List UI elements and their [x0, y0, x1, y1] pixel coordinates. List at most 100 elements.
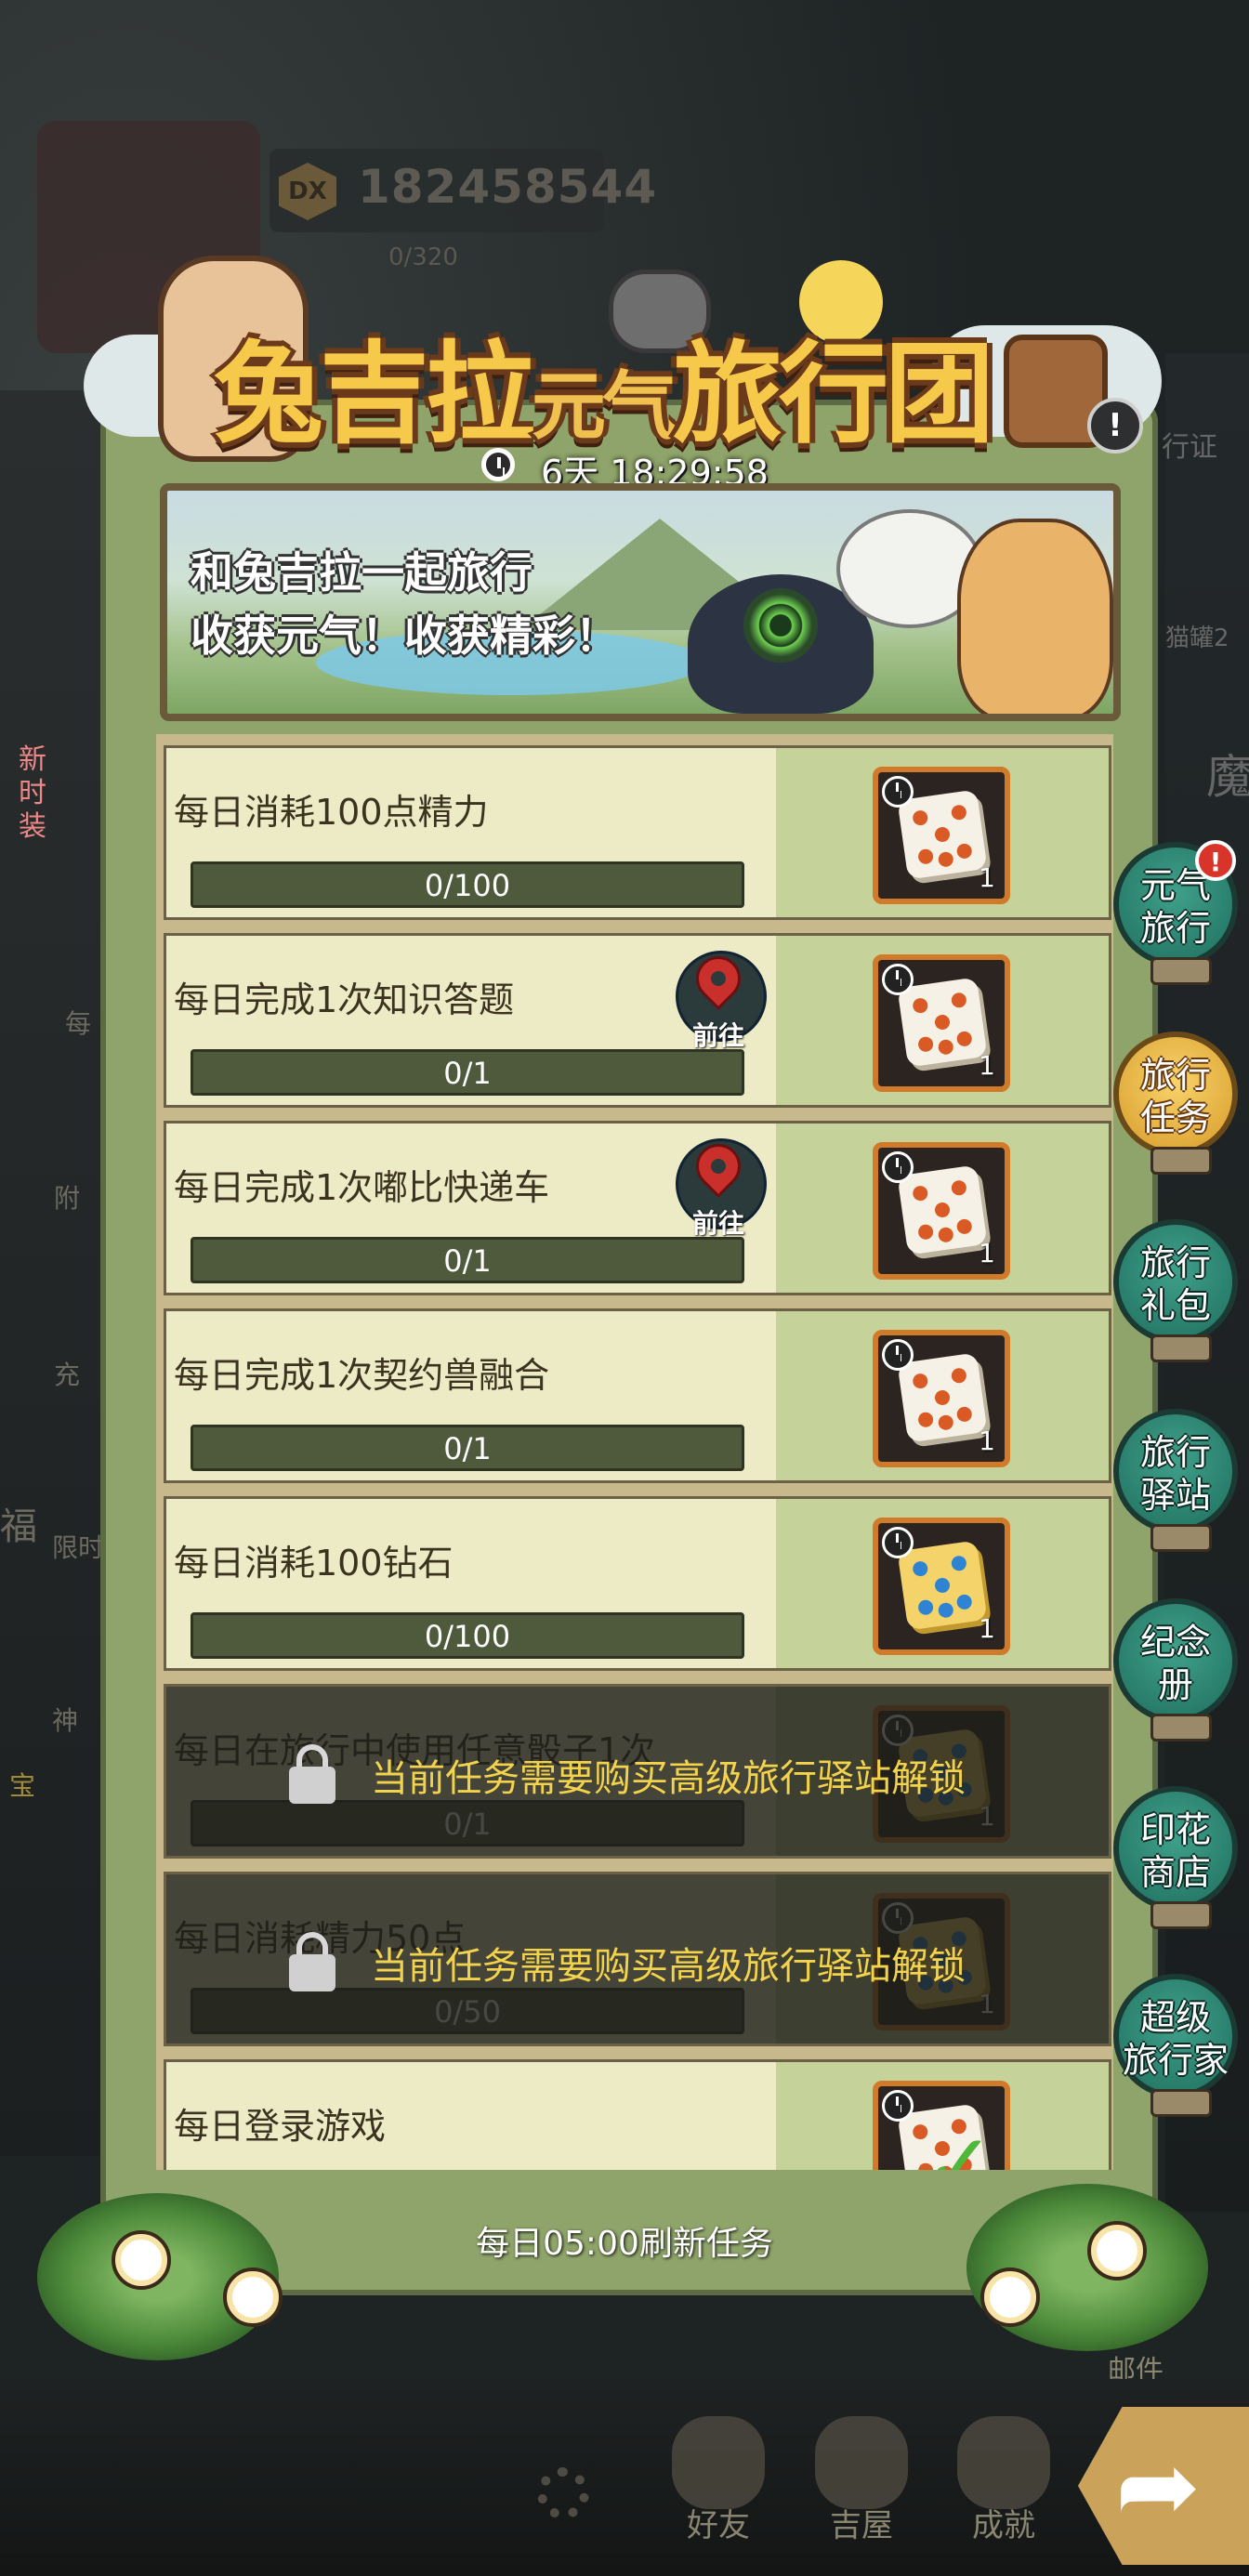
task-title: 每日完成1次知识答题 — [174, 979, 515, 1020]
bg-label-god[interactable]: 神 — [52, 1701, 78, 1738]
left-menu-column — [0, 390, 110, 2156]
reward-count: 1 — [979, 1426, 995, 1456]
bg-label-recharge[interactable]: 充 — [54, 1355, 80, 1392]
swirl-emblem — [743, 588, 818, 663]
side-tab[interactable]: 旅行 驿站 — [1113, 1409, 1238, 1552]
progress-bar: 0/1 — [191, 1049, 744, 1096]
clock-icon — [882, 1339, 914, 1371]
dice-pip — [937, 1226, 954, 1243]
lock-message: 当前任务需要购买高级旅行驿站解锁 — [371, 1757, 966, 1800]
dice-reward[interactable]: ✓ — [873, 2081, 1010, 2170]
side-tab[interactable]: 旅行 礼包 — [1113, 1219, 1238, 1362]
dice-reward[interactable]: 1 — [873, 767, 1010, 904]
currency-value: 182458544 — [358, 160, 658, 214]
progress-bar: 0/1 — [191, 1425, 744, 1471]
task-row: 每日消耗100点精力 0/100 1 — [164, 745, 1111, 920]
side-tab-line1: 旅行 — [1139, 1432, 1211, 1473]
side-tab-line2: 礼包 — [1139, 1285, 1211, 1326]
dice-pip — [937, 850, 954, 868]
clock-icon — [882, 1151, 914, 1183]
lock-body — [289, 1954, 335, 1991]
event-title: 兔吉拉元气旅行团 — [214, 305, 994, 464]
nav-item[interactable]: 成就 — [943, 2416, 1064, 2556]
dice-pip — [933, 1576, 952, 1595]
task-title: 每日消耗100钻石 — [174, 1543, 454, 1584]
side-tab-label: 超级 旅行家 — [1119, 1996, 1232, 2082]
bg-label-welfare[interactable]: 福 — [0, 1496, 37, 1550]
progress-bar: 0/100 — [191, 861, 744, 908]
lock-body — [289, 1767, 335, 1804]
side-tab[interactable]: 纪念 册 — [1113, 1598, 1238, 1741]
bg-label-magic[interactable]: 魔 — [1206, 740, 1249, 807]
tab-stand — [1150, 1334, 1212, 1362]
nav-item[interactable]: 吉屋 — [801, 2416, 922, 2556]
side-tab[interactable]: 元气 旅行 ! — [1113, 840, 1238, 985]
dice-reward[interactable]: 1 — [873, 1518, 1010, 1655]
dice-icon — [897, 1352, 988, 1443]
tab-stand — [1150, 1714, 1212, 1741]
dice-pip — [933, 1201, 952, 1219]
progress-text: 0/1 — [443, 1056, 492, 1091]
dice-reward[interactable]: 1 — [873, 954, 1010, 1092]
side-tab-label: 印花 商店 — [1119, 1808, 1232, 1894]
event-title-small: 元气 — [532, 363, 677, 450]
dice-pip — [955, 1405, 973, 1423]
gear-icon[interactable] — [537, 2467, 589, 2519]
back-arrow-icon: ➦ — [1115, 2426, 1202, 2545]
side-tab[interactable]: 旅行 任务 — [1113, 1032, 1238, 1175]
side-tab-line2: 旅行家 — [1122, 2040, 1229, 2081]
dice-reward[interactable]: 1 — [873, 1142, 1010, 1280]
bg-label-pass[interactable]: 行证 — [1162, 424, 1217, 465]
task-row: 每日在旅行中使用任意骰子1次 0/1 1 当前任务需要购买高级旅行驿站解锁 — [164, 1684, 1111, 1859]
side-tab[interactable]: 超级 旅行家 — [1113, 1974, 1238, 2117]
task-title: 每日完成1次嘟比快递车 — [174, 1167, 550, 1208]
dice-pip — [912, 1185, 929, 1203]
goto-button[interactable]: 前往 — [676, 947, 767, 1053]
side-tab-line2: 商店 — [1139, 1852, 1211, 1893]
side-tab-line1: 纪念 — [1139, 1622, 1211, 1663]
clock-icon — [882, 2090, 914, 2122]
tab-stand — [1150, 1901, 1212, 1929]
dice-pip — [950, 1179, 967, 1197]
nav-item[interactable]: 好友 — [658, 2416, 779, 2556]
progress-text: 0/1 — [443, 1243, 492, 1279]
event-title-main: 兔吉拉 — [214, 330, 535, 458]
side-tab-line1: 超级 — [1139, 1997, 1211, 2038]
dice-pip — [955, 1217, 973, 1235]
info-icon[interactable]: ! — [1087, 398, 1143, 453]
dice-pip — [917, 1598, 935, 1616]
lock-icon — [289, 1932, 335, 1991]
dice-pip — [937, 1601, 954, 1619]
side-tab-label: 旅行 驿站 — [1119, 1431, 1232, 1517]
bg-label-attach[interactable]: 附 — [54, 1178, 80, 1216]
dice-icon — [897, 789, 988, 880]
intro-line-2: 收获元气！收获精彩！ — [191, 611, 618, 661]
side-tab[interactable]: 印花 商店 — [1113, 1786, 1238, 1929]
side-tab-line2: 任务 — [1139, 1097, 1211, 1138]
bg-label-cat-can[interactable]: 猫罐2 — [1165, 619, 1229, 653]
dice-pip — [912, 1373, 929, 1390]
bg-label-new-outfit[interactable]: 新时装 — [19, 743, 65, 844]
lock-icon — [289, 1744, 335, 1804]
side-tab-line2: 旅行 — [1139, 908, 1211, 949]
task-row: 每日完成1次嘟比快递车 0/1 1 前往 — [164, 1121, 1111, 1295]
alert-badge: ! — [1195, 840, 1236, 881]
goto-button[interactable]: 前往 — [676, 1135, 767, 1241]
side-tab-line1: 印花 — [1139, 1809, 1211, 1850]
dice-pip — [933, 825, 952, 844]
side-tab-line1: 旅行 — [1139, 1242, 1211, 1283]
dice-pip — [950, 1555, 967, 1572]
task-row: 每日登录游戏 ✓ — [164, 2059, 1111, 2170]
task-title: 每日完成1次契约兽融合 — [174, 1355, 550, 1396]
bg-label-daily[interactable]: 每 — [65, 1004, 91, 1041]
dice-reward[interactable]: 1 — [873, 1330, 1010, 1467]
bg-label-treasure[interactable]: 宝 — [9, 1766, 35, 1803]
dice-pip — [950, 992, 967, 1009]
side-tab-label: 旅行 礼包 — [1119, 1242, 1232, 1327]
bg-label-limited[interactable]: 限时 — [52, 1528, 104, 1565]
dice-pip — [937, 1413, 954, 1431]
reward-count: 1 — [979, 1050, 995, 1081]
dice-pip — [937, 1038, 954, 1056]
blossom — [980, 2267, 1040, 2327]
task-list[interactable]: 每日消耗100点精力 0/100 1 每日完成1次知识答题 0/1 1 前往 每… — [156, 734, 1113, 2170]
